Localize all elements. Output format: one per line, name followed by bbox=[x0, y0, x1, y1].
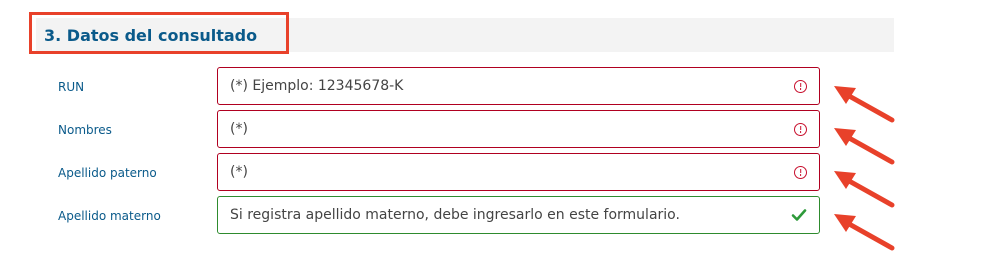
apellido-materno-label: Apellido materno bbox=[58, 209, 161, 223]
apellido-materno-field[interactable]: Si registra apellido materno, debe ingre… bbox=[217, 196, 820, 234]
nombres-field[interactable]: (*) bbox=[217, 110, 820, 148]
apellido-paterno-label: Apellido paterno bbox=[58, 166, 157, 180]
apellido-materno-field-value[interactable]: Si registra apellido materno, debe ingre… bbox=[230, 207, 791, 223]
annotation-highlight-box bbox=[29, 12, 289, 54]
apellido-paterno-field[interactable]: (*) bbox=[217, 153, 820, 191]
nombres-label: Nombres bbox=[58, 123, 112, 137]
apellido-paterno-field-value[interactable]: (*) bbox=[230, 164, 794, 180]
error-circle-icon bbox=[794, 165, 807, 179]
error-circle-icon bbox=[794, 79, 807, 93]
check-icon bbox=[791, 209, 807, 221]
run-field-value[interactable]: (*) Ejemplo: 12345678-K bbox=[230, 78, 794, 94]
annotation-arrow-icon bbox=[834, 214, 895, 251]
nombres-field-value[interactable]: (*) bbox=[230, 121, 794, 137]
error-circle-icon bbox=[794, 122, 807, 136]
run-label: RUN bbox=[58, 80, 85, 94]
run-field[interactable]: (*) Ejemplo: 12345678-K bbox=[217, 67, 820, 105]
